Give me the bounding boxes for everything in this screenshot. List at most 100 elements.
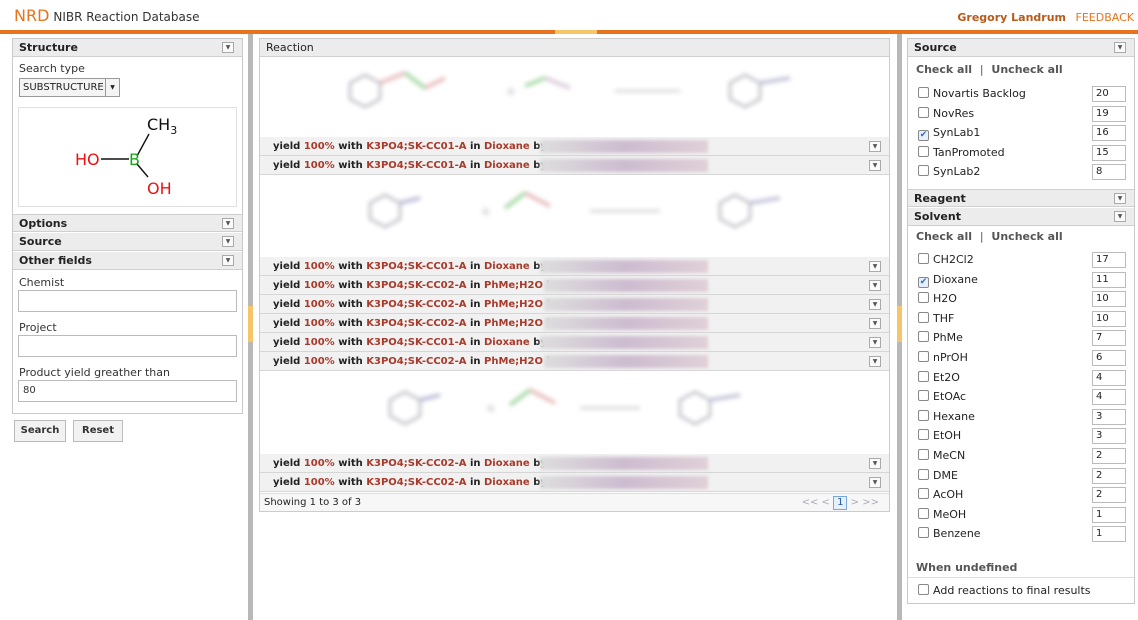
chevron-down-icon[interactable]: ▼ [1114,42,1126,53]
add-reactions-option[interactable]: Add reactions to final results [918,582,1091,600]
structure-header[interactable]: Structure ▼ [13,39,242,57]
reaction-row[interactable]: yield 100% with K3PO4;SK-CC01-A in Dioxa… [260,137,889,156]
facet-count[interactable]: 4 [1092,369,1126,386]
source-facet-header[interactable]: Source ▼ [908,39,1134,57]
source-header[interactable]: Source ▼ [13,233,242,251]
project-field[interactable] [18,335,237,357]
facet-count[interactable]: 20 [1092,86,1126,102]
facet-option[interactable]: Hexane [918,408,975,426]
facet-option[interactable]: nPrOH [918,349,968,367]
checkbox[interactable] [918,145,929,157]
checkbox[interactable] [918,311,929,323]
checkbox[interactable] [918,106,929,118]
reaction-row[interactable]: yield 100% with K3PO4;SK-CC02-A in PhMe;… [260,352,889,371]
reaction-row[interactable]: yield 100% with K3PO4;SK-CC02-A in PhMe;… [260,295,889,314]
reagent-facet-header[interactable]: Reagent ▼ [908,189,1134,207]
checkbox[interactable] [918,351,929,362]
checkbox[interactable] [918,449,929,460]
facet-count[interactable]: 2 [1092,487,1126,504]
pager-last-button[interactable]: >> [862,497,879,508]
facet-count[interactable]: 7 [1092,330,1126,347]
pager-prev-button[interactable]: < [822,497,830,508]
facet-option[interactable]: DME [918,467,958,485]
chevron-down-icon[interactable]: ▼ [869,356,881,367]
reaction-row[interactable]: yield 100% with K3PO4;SK-CC02-A in PhMe;… [260,276,889,295]
facet-option[interactable]: NovRes [918,105,974,123]
facet-count[interactable]: 19 [1092,105,1126,122]
source-uncheck-all[interactable]: Uncheck all [991,63,1062,76]
chevron-down-icon[interactable]: ▼ [869,299,881,310]
checked-checkbox[interactable]: ✔ [918,130,929,142]
facet-option[interactable]: TanPromoted [918,144,1005,162]
facet-option[interactable]: ✔ SynLab1 [918,124,980,142]
reaction-row[interactable]: yield 100% with K3PO4;SK-CC01-A in Dioxa… [260,257,889,276]
reaction-column-header[interactable]: Reaction [260,39,889,57]
reaction-row[interactable]: yield 100% with K3PO4;SK-CC01-A in Dioxa… [260,156,889,175]
checkbox[interactable] [918,507,929,519]
reset-button[interactable]: Reset [73,420,123,442]
structure-editor[interactable]: CH3 HO B OH [18,107,237,207]
pager-first-button[interactable]: << [802,497,819,508]
facet-option[interactable]: Novartis Backlog [918,85,1026,103]
checkbox[interactable] [918,292,929,304]
chevron-down-icon[interactable]: ▼ [869,458,881,469]
chevron-down-icon[interactable]: ▼ [222,218,234,229]
facet-option[interactable]: CH2Cl2 [918,251,974,269]
facet-option[interactable]: ✔ Dioxane [918,271,978,289]
checkbox[interactable] [918,468,929,480]
facet-option[interactable]: MeCN [918,447,965,465]
chevron-down-icon[interactable]: ▼ [869,280,881,291]
checkbox[interactable] [918,253,929,264]
chevron-down-icon[interactable]: ▼ [869,141,881,152]
splitter-handle[interactable] [897,306,902,342]
reaction-row[interactable]: yield 100% with K3PO4;SK-CC02-A in Dioxa… [260,473,889,492]
facet-option[interactable]: Et2O [918,369,960,387]
chevron-down-icon[interactable]: ▼ [869,477,881,488]
checked-checkbox[interactable]: ✔ [918,276,929,288]
facet-option[interactable]: H2O [918,290,957,308]
reaction-image[interactable]: + [260,58,889,137]
solvent-uncheck-all[interactable]: Uncheck all [991,230,1062,243]
checkbox[interactable] [918,409,929,421]
facet-option[interactable]: PhMe [918,329,963,347]
facet-count[interactable]: 8 [1092,164,1126,181]
user-name[interactable]: Gregory Landrum [957,11,1066,24]
right-splitter[interactable] [897,34,902,620]
checkbox[interactable] [918,527,929,539]
pager-next-button[interactable]: > [851,497,859,508]
checkbox[interactable] [918,429,929,441]
chevron-down-icon[interactable]: ▼ [222,255,234,266]
facet-count[interactable]: 6 [1092,350,1126,366]
pager-page-button[interactable]: 1 [833,496,848,510]
reaction-row[interactable]: yield 100% with K3PO4;SK-CC02-A in PhMe;… [260,314,889,333]
splitter-handle[interactable] [248,306,253,342]
search-type-select[interactable]: SUBSTRUCTURE ▼ [19,78,120,97]
facet-option[interactable]: THF [918,310,954,328]
facet-option[interactable]: EtOH [918,427,961,445]
facet-option[interactable]: SynLab2 [918,163,980,181]
facet-option[interactable]: AcOH [918,486,963,504]
facet-count[interactable]: 1 [1092,506,1126,523]
solvent-check-all[interactable]: Check all [916,230,972,243]
checkbox[interactable] [918,331,929,343]
chemist-field[interactable] [18,290,237,312]
facet-count[interactable]: 4 [1092,389,1126,406]
reaction-image[interactable]: + [260,178,889,257]
facet-count[interactable]: 15 [1092,144,1126,161]
chevron-down-icon[interactable]: ▼ [869,261,881,272]
checkbox[interactable] [918,87,929,98]
left-splitter[interactable] [248,34,253,620]
facet-count[interactable]: 17 [1092,252,1126,268]
facet-count[interactable]: 3 [1092,408,1126,425]
facet-option[interactable]: EtOAc [918,388,966,406]
reaction-image[interactable]: + [260,375,889,454]
checkbox[interactable] [918,584,929,595]
checkbox[interactable] [918,370,929,382]
chevron-down-icon[interactable]: ▼ [1114,211,1126,222]
checkbox[interactable] [918,390,929,402]
source-check-all[interactable]: Check all [916,63,972,76]
facet-count[interactable]: 10 [1092,310,1126,327]
checkbox[interactable] [918,165,929,177]
feedback-link[interactable]: FEEDBACK [1076,11,1134,24]
app-logo[interactable]: NRD NIBR Reaction Database [14,6,200,25]
